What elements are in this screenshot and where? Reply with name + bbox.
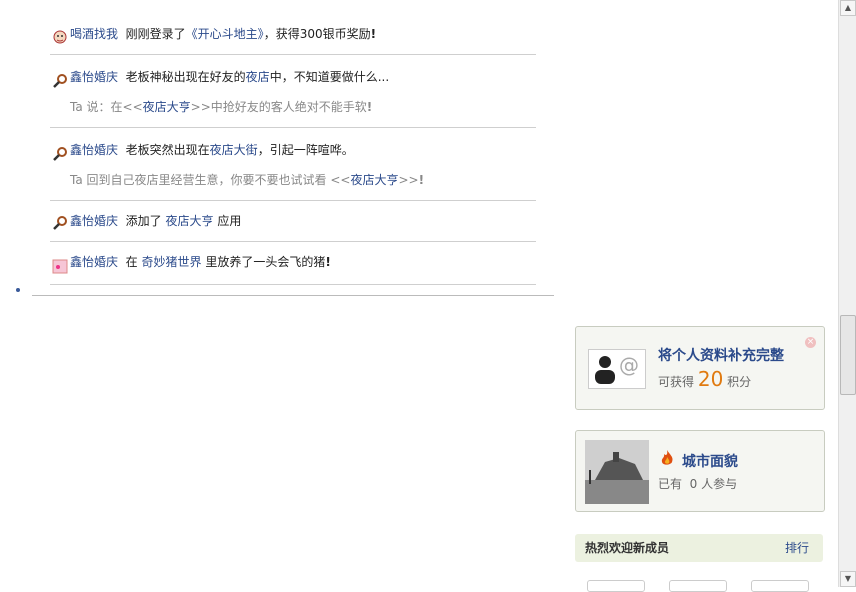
search-icon — [53, 74, 67, 88]
feed-divider — [32, 295, 554, 296]
member-avatar-stub[interactable] — [751, 580, 809, 592]
city-card: 城市面貌 已有 0 人参与 — [575, 430, 825, 512]
new-members-title: 热烈欢迎新成员 — [585, 541, 670, 555]
participants-prefix: 已有 — [658, 477, 683, 491]
feed-app-link[interactable]: 奇妙猪世界 — [142, 255, 202, 269]
participants-count: 0 — [689, 477, 698, 491]
points-suffix: 积分 — [727, 375, 752, 389]
feed-user-link[interactable]: 鑫怡婚庆 — [70, 143, 118, 157]
feed-mark: ! — [325, 255, 331, 269]
avatar-placeholder: @ — [588, 349, 646, 389]
points-prefix: 可获得 — [658, 375, 695, 389]
feed-user-link[interactable]: 喝酒找我 — [70, 27, 118, 41]
feed-text: 中，不知道要做什么... — [269, 70, 390, 84]
scroll-thumb[interactable] — [840, 315, 856, 395]
feed-text: ，引起一阵喧哗。 — [257, 143, 354, 157]
feed-app-link[interactable]: 夜店大街 — [210, 143, 258, 157]
bullet-dot — [16, 288, 20, 292]
feed-app-link[interactable]: 夜店大亨 — [166, 214, 214, 228]
ranking-link[interactable]: 排行 — [785, 534, 809, 562]
feed-mark: ! — [366, 100, 373, 114]
feed-text: 添加了 — [125, 214, 162, 228]
search-icon — [53, 216, 67, 230]
feed-item: 鑫怡婚庆 添加了 夜店大亨 应用 — [50, 201, 536, 242]
feed-mark: ! — [418, 173, 425, 187]
avatar-icon: @ — [595, 353, 639, 384]
feed-item: 喝酒找我 刚刚登录了《开心斗地主》，获得300银币奖励! — [50, 14, 536, 55]
feed-item: 鑫怡婚庆 老板突然出现在夜店大街，引起一阵喧哗。 Ta 回到自己夜店里经营生意，… — [50, 128, 536, 201]
feed-text: 应用 — [217, 214, 242, 228]
feed-user-link[interactable]: 鑫怡婚庆 — [70, 214, 118, 228]
feed-app-link[interactable]: 夜店大亨 — [350, 173, 398, 187]
feed-quote: >> — [398, 173, 419, 187]
feed-text: ，获得300银币奖励 — [263, 27, 371, 41]
feed-text: 老板突然出现在 — [125, 143, 210, 157]
member-avatar-stub[interactable] — [587, 580, 645, 592]
vertical-scrollbar[interactable]: ▲ ▼ — [838, 0, 856, 587]
close-icon[interactable]: × — [805, 337, 816, 348]
fire-icon — [661, 450, 673, 465]
feed-mark: ! — [370, 27, 377, 41]
feed-item: 鑫怡婚庆 老板神秘出现在好友的夜店中，不知道要做什么... Ta 说：在<<夜店… — [50, 55, 536, 128]
feed-item: 鑫怡婚庆 在 奇妙猪世界 里放养了一头会飞的猪! — [50, 242, 536, 285]
feed-app-link[interactable]: 夜店大亨 — [143, 100, 191, 114]
member-avatar-stub[interactable] — [669, 580, 727, 592]
scroll-down-button[interactable]: ▼ — [840, 571, 856, 587]
profile-card-title[interactable]: 将个人资料补充完整 — [658, 345, 784, 365]
feed-app-link[interactable]: 《开心斗地主》 — [186, 27, 264, 41]
feed-user-link[interactable]: 鑫怡婚庆 — [70, 255, 118, 269]
new-members-bar: 热烈欢迎新成员 排行 — [575, 534, 823, 562]
participants-suffix: 人参与 — [701, 477, 738, 491]
activity-feed: 喝酒找我 刚刚登录了《开心斗地主》，获得300银币奖励! 鑫怡婚庆 老板神秘出现… — [50, 14, 536, 285]
feed-text: 里放养了一头会飞的猪 — [205, 255, 326, 269]
feed-text: 刚刚登录了 — [125, 27, 186, 41]
scroll-up-button[interactable]: ▲ — [840, 0, 856, 16]
city-card-title[interactable]: 城市面貌 — [682, 451, 738, 471]
search-icon — [53, 147, 67, 161]
svg-text:@: @ — [619, 353, 639, 377]
emoji-icon — [53, 30, 67, 44]
feed-text: 老板神秘出现在好友的 — [125, 70, 246, 84]
feed-user-link[interactable]: 鑫怡婚庆 — [70, 70, 118, 84]
pig-icon — [52, 259, 68, 274]
feed-quote: Ta 说：在<< — [70, 100, 143, 114]
feed-text: 在 — [125, 255, 138, 269]
points-value: 20 — [697, 367, 724, 391]
city-thumbnail[interactable] — [585, 440, 649, 504]
feed-app-link[interactable]: 夜店 — [246, 70, 270, 84]
profile-completion-card: @ × 将个人资料补充完整 可获得 20 积分 — [575, 326, 825, 410]
feed-quote: >>中抢好友的客人绝对不能手软 — [190, 100, 367, 114]
feed-quote: Ta 回到自己夜店里经营生意，你要不要也试试看 << — [70, 173, 351, 187]
